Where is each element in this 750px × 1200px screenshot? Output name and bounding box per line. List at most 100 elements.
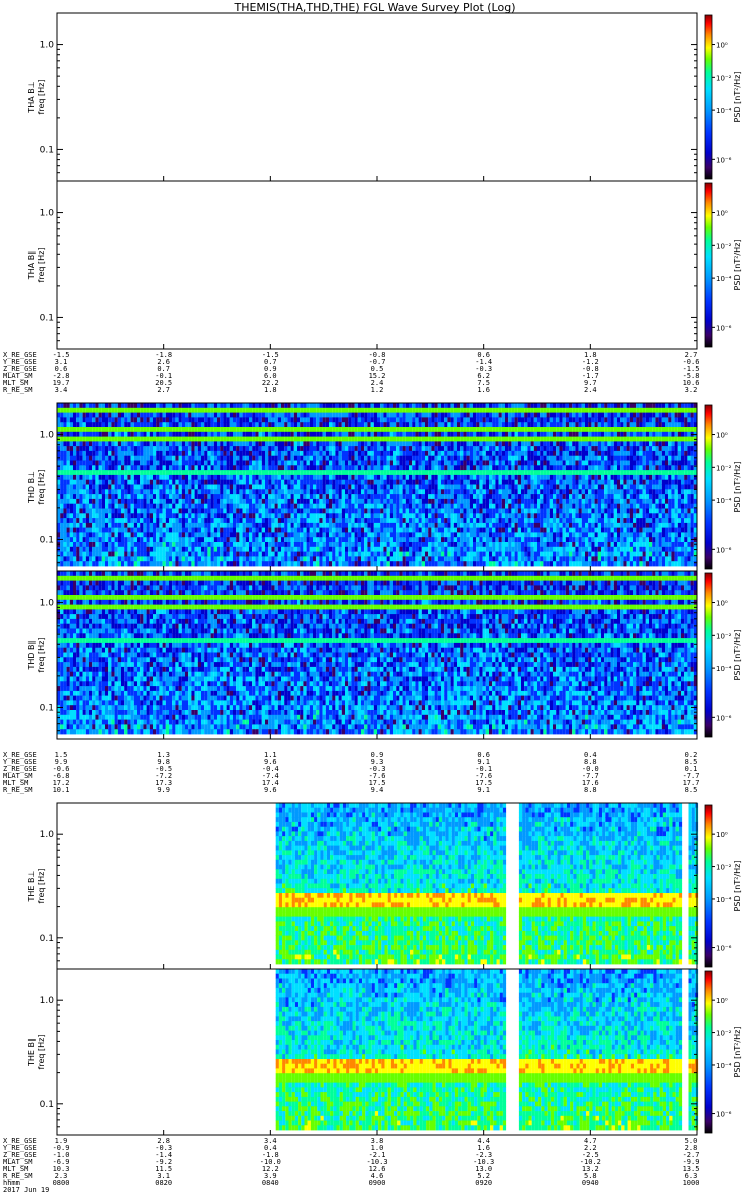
spectrogram-cell <box>108 465 111 470</box>
spectrogram-cell <box>73 518 76 523</box>
spectrogram-cell <box>275 475 278 480</box>
spectrogram-cell <box>230 413 233 418</box>
spectrogram-cell <box>188 422 191 427</box>
spectrogram-cell <box>287 489 290 494</box>
spectrogram-cell <box>403 408 406 413</box>
spectrogram-cell <box>415 441 418 446</box>
spectrogram-cell <box>70 403 73 408</box>
spectrogram-cell <box>460 489 463 494</box>
spectrogram-cell <box>377 504 380 509</box>
spectrogram-cell <box>83 461 86 466</box>
spectrogram-cell <box>297 475 300 480</box>
spectrogram-cell <box>380 413 383 418</box>
spectrogram-cell <box>511 413 514 418</box>
spectrogram-cell <box>387 513 390 518</box>
spectrogram-cell <box>502 494 505 499</box>
spectrogram-cell <box>489 441 492 446</box>
spectrogram-cell <box>134 537 137 542</box>
spectrogram-cell <box>479 480 482 485</box>
spectrogram-cell <box>92 475 95 480</box>
spectrogram-cell <box>217 528 220 533</box>
spectrogram-cell <box>124 504 127 509</box>
spectrogram-cell <box>345 489 348 494</box>
spectrogram-cell <box>73 509 76 514</box>
spectrogram-cell <box>89 480 92 485</box>
spectrogram-cell <box>92 470 95 475</box>
spectrogram-cell <box>310 499 313 504</box>
spectrogram-cell <box>153 523 156 528</box>
spectrogram-cell <box>345 509 348 514</box>
spectrogram-cell <box>313 489 316 494</box>
spectrogram-cell <box>195 403 198 408</box>
spectrogram-cell <box>425 413 428 418</box>
spectrogram-cell <box>83 542 86 547</box>
spectrogram-cell <box>358 513 361 518</box>
spectrogram-cell <box>303 413 306 418</box>
spectrogram-cell <box>300 432 303 437</box>
spectrogram-cell <box>239 403 242 408</box>
spectrogram-cell <box>508 556 511 561</box>
spectrogram-cell <box>67 451 70 456</box>
spectrogram-cell <box>214 537 217 542</box>
spectrogram-cell <box>143 537 146 542</box>
spectrogram-cell <box>67 509 70 514</box>
spectrogram-cell <box>425 523 428 528</box>
spectrogram-cell <box>172 432 175 437</box>
spectrogram-cell <box>111 523 114 528</box>
spectrogram-cell <box>163 542 166 547</box>
spectrogram-cell <box>150 485 153 490</box>
spectrogram-cell <box>230 403 233 408</box>
spectrogram-cell <box>175 547 178 552</box>
spectrogram-cell <box>191 437 194 442</box>
spectrogram-cell <box>214 494 217 499</box>
spectrogram-cell <box>86 528 89 533</box>
spectrogram-cell <box>121 441 124 446</box>
spectrogram-cell <box>92 441 95 446</box>
spectrogram-cell <box>377 499 380 504</box>
spectrogram-cell <box>361 422 364 427</box>
spectrogram-cell <box>163 480 166 485</box>
spectrogram-cell <box>86 513 89 518</box>
spectrogram-cell <box>271 552 274 557</box>
spectrogram-cell <box>463 532 466 537</box>
spectrogram-cell <box>246 485 249 490</box>
spectrogram-cell <box>495 513 498 518</box>
spectrogram-cell <box>92 552 95 557</box>
spectrogram-cell <box>195 446 198 451</box>
spectrogram-cell <box>140 456 143 461</box>
spectrogram-cell <box>332 403 335 408</box>
spectrogram-cell <box>483 528 486 533</box>
spectrogram-cell <box>275 485 278 490</box>
spectrogram-cell <box>431 441 434 446</box>
spectrogram-cell <box>284 408 287 413</box>
spectrogram-cell <box>297 456 300 461</box>
spectrogram-cell <box>409 470 412 475</box>
spectrogram-cell <box>323 528 326 533</box>
spectrogram-cell <box>364 513 367 518</box>
spectrogram-cell <box>166 480 169 485</box>
spectrogram-cell <box>201 504 204 509</box>
spectrogram-cell <box>326 523 329 528</box>
spectrogram-cell <box>188 489 191 494</box>
spectrogram-cell <box>300 556 303 561</box>
spectrogram-cell <box>227 408 230 413</box>
spectrogram-cell <box>447 489 450 494</box>
spectrogram-cell <box>319 427 322 432</box>
spectrogram-cell <box>111 513 114 518</box>
spectrogram-cell <box>182 427 185 432</box>
spectrogram-cell <box>393 523 396 528</box>
spectrogram-cell <box>364 485 367 490</box>
spectrogram-cell <box>399 427 402 432</box>
spectrogram-cell <box>175 456 178 461</box>
spectrogram-cell <box>150 451 153 456</box>
spectrogram-cell <box>415 446 418 451</box>
spectrogram-cell <box>438 513 441 518</box>
spectrogram-cell <box>473 417 476 422</box>
spectrogram-cell <box>374 403 377 408</box>
spectrogram-cell <box>137 451 140 456</box>
spectrogram-cell <box>191 446 194 451</box>
spectrogram-cell <box>335 523 338 528</box>
spectrogram-cell <box>323 532 326 537</box>
spectrogram-cell <box>371 485 374 490</box>
spectrogram-cell <box>153 552 156 557</box>
